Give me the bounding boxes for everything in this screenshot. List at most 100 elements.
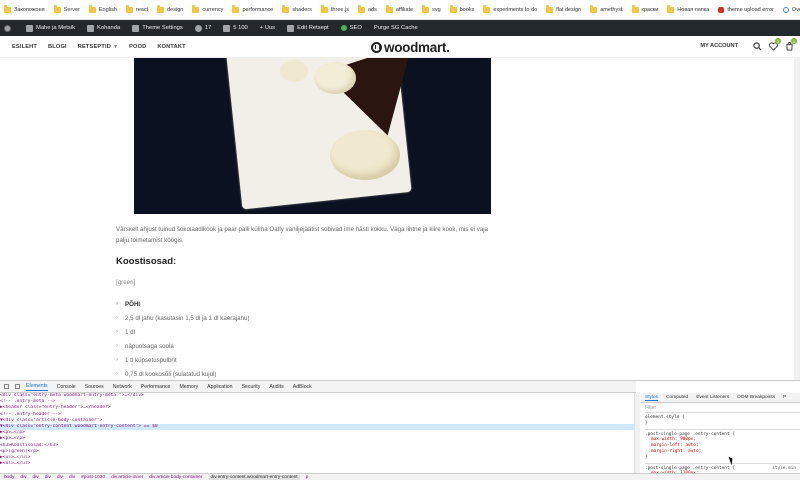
bookmark-item[interactable]: краски (631, 5, 659, 13)
wp-admin-bar: Mahe ja Metsik Kohanda Theme Settings 17… (0, 20, 800, 36)
breadcrumb-item[interactable]: body (4, 475, 14, 480)
inspect-icon[interactable] (4, 384, 9, 389)
stylesheet-link[interactable]: style.min (772, 466, 800, 472)
bookmark-label: flat design (556, 6, 582, 13)
devtools-tab-memory[interactable]: Memory (179, 384, 198, 390)
search-icon[interactable] (752, 41, 762, 51)
bookmark-item[interactable]: Overview (782, 6, 800, 13)
bookmark-item[interactable]: design (157, 5, 183, 13)
breadcrumb-item[interactable]: div.article-inner (111, 475, 143, 480)
site-logo[interactable]: woodmart. (371, 40, 450, 55)
styles-tab[interactable]: Computed (666, 395, 688, 400)
breadcrumb-item[interactable]: div (57, 475, 63, 480)
woodmart-logo-icon (371, 42, 382, 53)
breadcrumb-item[interactable]: #post-1030 (81, 475, 105, 480)
bookmark-item[interactable]: affiliate (385, 5, 414, 13)
breadcrumb-item[interactable]: div (69, 475, 75, 480)
bookmark-item[interactable]: Новая папка (667, 5, 709, 13)
list-item: › näpuotsaga soola (116, 339, 416, 353)
styles-tab[interactable]: P (783, 395, 786, 400)
folder-icon (357, 5, 365, 13)
bookmark-label: experiments to do (493, 6, 538, 13)
seo-item[interactable]: SEO (340, 25, 362, 31)
bookmark-item[interactable]: Закопожоня (4, 5, 45, 13)
folder-icon (385, 5, 393, 13)
breadcrumb-item[interactable]: div.article-body-container (149, 475, 202, 480)
breadcrumb-item[interactable]: div.entry-content.woodmart-entry-content (208, 475, 300, 480)
styles-tab[interactable]: Styles (645, 395, 659, 401)
device-toggle-icon[interactable] (15, 384, 20, 389)
bookmark-item[interactable]: ads (357, 5, 377, 13)
new-item[interactable]: + Uus (260, 25, 275, 31)
bookmark-item[interactable]: react (125, 5, 148, 13)
dom-scrollbar[interactable] (634, 393, 640, 473)
bookmark-label: краски (641, 6, 659, 13)
devtools-tab-network[interactable]: Network (113, 384, 132, 390)
devtools-tab-elements[interactable]: Elements (26, 383, 48, 391)
css-close-brace: } (645, 454, 648, 460)
bookmark-item[interactable]: currency (192, 5, 223, 13)
folder-icon (483, 5, 491, 13)
folder-icon (449, 5, 457, 13)
bookmark-item[interactable]: flat design (546, 5, 582, 13)
devtools-tab-audits[interactable]: Audits (269, 384, 283, 390)
bookmark-item[interactable]: Server (53, 5, 80, 13)
devtools-tab-security[interactable]: Security (242, 384, 261, 390)
site-name-item[interactable]: Mahe ja Metsik (26, 24, 75, 32)
bookmark-label: Overview (791, 6, 800, 13)
wishlist-count-badge: 0 (775, 38, 781, 44)
theme-settings-item[interactable]: Theme Settings (132, 24, 183, 32)
list-item: › 2,5 dl jahu (kasutasin 1,5 dl ja 1 dl k… (116, 311, 416, 325)
nav-retseptid[interactable]: RETSEPTID ▼ (78, 44, 118, 50)
bookmark-item[interactable]: three.js (320, 5, 349, 13)
devtools-tab-adblock[interactable]: AdBlock (293, 384, 312, 390)
styles-tab[interactable]: DOM Breakpoints (737, 395, 775, 400)
bookmark-item[interactable]: books (449, 5, 474, 13)
edit-item[interactable]: Edit Retsept (287, 24, 329, 32)
main-nav: ESILEHT BLOGI RETSEPTID ▼ POOD KONTAKT (0, 44, 197, 50)
bookmark-item[interactable]: theme upload error (718, 6, 774, 13)
ice-cream-shape (280, 60, 308, 82)
ingredient-text: 1 tl küpsetuspulbrit (125, 356, 177, 364)
dom-node-row[interactable]: ▶<ul>…</ul> (0, 461, 634, 467)
cart-icon[interactable]: 0 (784, 38, 797, 51)
customize-item[interactable]: Kohanda (86, 24, 120, 32)
header-actions: MY ACCOUNT 0 0 (700, 38, 797, 51)
nav-blogi[interactable]: BLOGI (48, 44, 67, 50)
devtools-tab-console[interactable]: Console (57, 384, 76, 390)
bookmark-item[interactable]: svg (422, 5, 441, 13)
breadcrumb-item[interactable]: div (33, 475, 39, 480)
purge-cache-item[interactable]: Purge SG Cache (374, 25, 418, 31)
breadcrumb-item[interactable]: div (45, 475, 51, 480)
bookmark-item[interactable]: performance (232, 5, 273, 13)
breadcrumb-item[interactable]: p (306, 475, 309, 480)
wishlist-icon[interactable]: 0 (768, 38, 781, 51)
wp-logo-item[interactable] (4, 24, 14, 32)
bookmark-label: affiliate (395, 6, 414, 13)
nav-kontakt[interactable]: KONTAKT (157, 44, 185, 50)
comments-item[interactable]: 5 100 (223, 24, 248, 32)
devtools-tab-application[interactable]: Application (207, 384, 232, 390)
chevron-right-icon: › (116, 301, 118, 307)
nav-esileht[interactable]: ESILEHT (12, 44, 37, 50)
shortcode-text: [green] (116, 279, 136, 286)
bookmark-label: theme upload error (727, 6, 774, 13)
bookmark-item[interactable]: shaders (282, 5, 312, 13)
logo-text: woodmart. (384, 40, 450, 55)
bookmark-item[interactable]: experiments to do (483, 5, 538, 13)
styles-filter-input[interactable]: Filter (645, 403, 800, 413)
bookmark-item[interactable]: English (88, 5, 117, 13)
my-account-link[interactable]: MY ACCOUNT (700, 43, 738, 49)
styles-tab[interactable]: Event Listeners (696, 395, 729, 400)
chevron-right-icon: › (116, 343, 118, 349)
devtools-tab-sources[interactable]: Sources (85, 384, 104, 390)
nav-pood[interactable]: POOD (129, 44, 146, 50)
updates-item[interactable]: 17 (194, 24, 211, 32)
list-item: › 1 dl (116, 325, 416, 339)
bookmark-item[interactable]: amethyst (590, 5, 623, 13)
breadcrumb-item[interactable]: div (20, 475, 26, 480)
cart-count-badge: 0 (791, 38, 797, 44)
page-scrollbar[interactable] (794, 58, 800, 380)
devtools-tab-performance[interactable]: Performance (141, 384, 171, 390)
folder-icon (4, 5, 11, 13)
